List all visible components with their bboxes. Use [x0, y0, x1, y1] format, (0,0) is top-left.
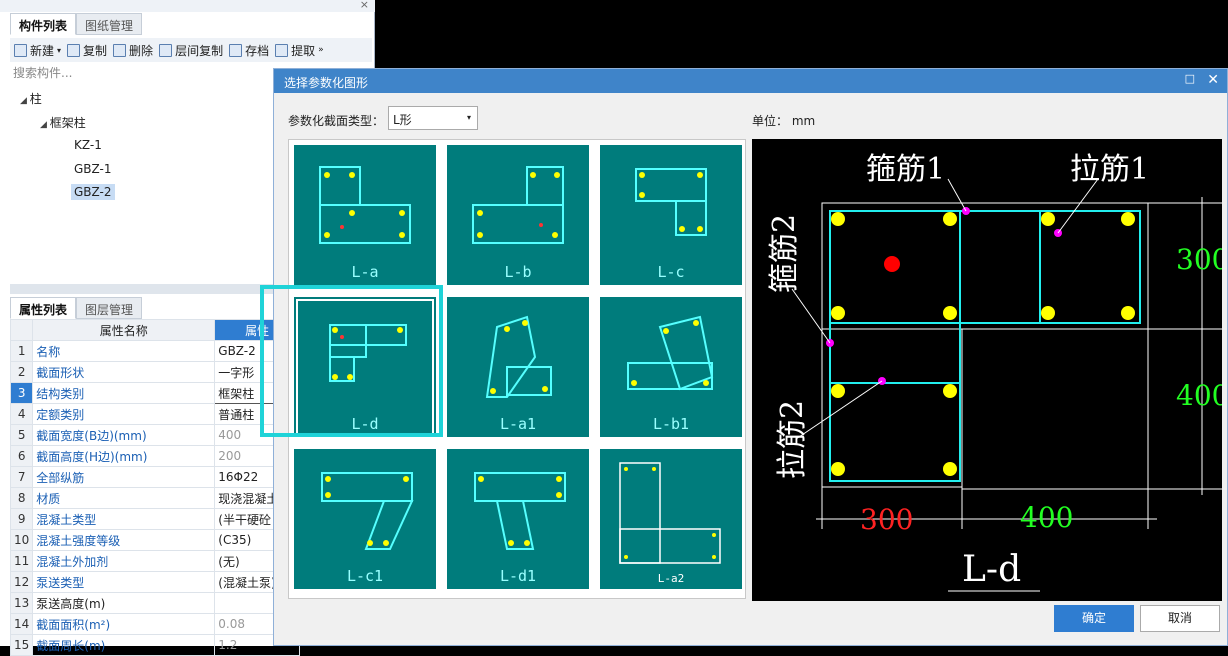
shape-label: L-c — [657, 263, 685, 281]
shape-thumb-l-b1[interactable]: L-b1 — [600, 297, 742, 437]
shape-thumb-l-c1[interactable]: L-c1 — [294, 449, 436, 589]
table-row[interactable]: 4 定额类别 普通柱 — [9, 403, 300, 425]
shape-thumb-l-d1[interactable]: L-d1 — [447, 449, 589, 589]
table-row[interactable]: 12 泵送类型 (混凝土泵) — [9, 571, 300, 593]
tab-drawing-management[interactable]: 图纸管理 — [76, 13, 143, 35]
shape-thumb-l-b[interactable]: L-b — [447, 145, 589, 285]
unit-value: mm — [791, 114, 816, 128]
shape-label: L-a — [351, 263, 379, 281]
top-tabs: 构件列表 图纸管理 — [10, 13, 143, 35]
tree-node-frame-column[interactable]: ◢ 框架柱 — [40, 114, 86, 131]
dim-right-top: 300 — [1176, 243, 1222, 276]
cancel-button[interactable]: 取消 — [1140, 605, 1220, 632]
table-row[interactable]: 9 混凝土类型 (半干硬砼 — [9, 508, 300, 530]
shape-label: L-b1 — [652, 415, 690, 433]
maximize-icon[interactable]: □ — [1185, 72, 1195, 85]
tab-component-list[interactable]: 构件列表 — [10, 13, 77, 35]
tree-item-kz1[interactable]: KZ-1 — [74, 138, 102, 152]
table-row[interactable]: 8 材质 现浇混凝土 — [9, 487, 300, 509]
section-type-value: L形 — [393, 113, 412, 127]
tree-item-gbz2[interactable]: GBZ-2 — [71, 184, 115, 200]
preview-shape-name: L-d — [962, 549, 1021, 590]
shape-thumb-l-a[interactable]: L-a — [294, 145, 436, 285]
panel-titlebar: × — [0, 0, 375, 12]
shape-label: L-c1 — [346, 567, 384, 585]
bottom-tabs: 属性列表 图层管理 — [10, 297, 143, 319]
tab-property-list[interactable]: 属性列表 — [10, 297, 77, 319]
table-row[interactable]: 3 结构类别 框架柱 — [9, 382, 300, 404]
table-row[interactable]: 14 截面面积(m²) 0.08 — [9, 613, 300, 635]
table-row[interactable]: 1 名称 GBZ-2 — [9, 340, 300, 362]
tree-item-gbz1[interactable]: GBZ-1 — [74, 162, 112, 176]
layer-copy-button[interactable]: 层间复制 — [159, 42, 223, 59]
tree-node-column[interactable]: ◢ 柱 — [20, 90, 42, 107]
shape-thumb-l-c[interactable]: L-c — [600, 145, 742, 285]
table-row[interactable]: 7 全部纵筋 16Φ22 — [9, 466, 300, 488]
extract-icon — [275, 43, 289, 57]
tie1-label: 拉筋1 — [1070, 152, 1149, 187]
table-row[interactable]: 15 截面周长(m) 1.2 — [9, 634, 300, 656]
tie2-label: 拉筋2 — [775, 400, 810, 479]
table-row[interactable]: 6 截面高度(H边)(mm) 200 — [9, 445, 300, 467]
unit-label: 单位： mm — [752, 114, 816, 128]
dim-bottom-left: 300 — [860, 503, 913, 536]
stirrup1-label: 箍筋1 — [866, 152, 945, 187]
table-row[interactable]: 5 截面宽度(B边)(mm) 400 — [9, 424, 300, 446]
property-table: 属性名称 属性 1 名称 GBZ-2 2 截面形状 一字形 3 结构类别 框架柱 4 定额类别… — [9, 319, 300, 656]
selected-shape-highlight — [260, 285, 443, 437]
header-index — [9, 319, 34, 341]
archive-button[interactable]: 存档 — [229, 42, 269, 59]
table-row[interactable]: 11 混凝土外加剂 (无) — [9, 550, 300, 572]
delete-icon — [113, 43, 127, 57]
new-button[interactable]: 新建 ▾ — [14, 42, 61, 59]
shape-label: L-a2 — [657, 572, 685, 585]
header-property-name: 属性名称 — [32, 319, 216, 341]
shape-label: L-d1 — [499, 567, 537, 585]
stirrup2-label: 箍筋2 — [767, 214, 802, 293]
copy-icon — [67, 43, 81, 57]
extract-button[interactable]: 提取» — [275, 42, 324, 59]
delete-button[interactable]: 删除 — [113, 42, 153, 59]
archive-icon — [229, 43, 243, 57]
dialog-title: 选择参数化图形 — [284, 76, 369, 90]
shape-label: L-b — [504, 263, 532, 281]
ok-button[interactable]: 确定 — [1054, 605, 1134, 632]
shape-l-a2-drawing — [619, 462, 721, 564]
dialog-titlebar: 选择参数化图形 □ ✕ — [274, 69, 1227, 93]
close-icon[interactable]: × — [360, 0, 369, 11]
section-type-select[interactable]: L形 ▾ — [388, 106, 478, 130]
rebar-points — [831, 212, 1135, 476]
copy-button[interactable]: 复制 — [67, 42, 107, 59]
shape-thumb-l-a2[interactable]: L-a2 — [600, 449, 742, 589]
component-toolbar: 新建 ▾ 复制 删除 层间复制 存档 提取» — [10, 38, 372, 62]
dim-right-bottom: 400 — [1176, 379, 1222, 412]
dim-bottom-right: 400 — [1020, 501, 1073, 534]
tab-layer-management[interactable]: 图层管理 — [76, 297, 143, 319]
layer-copy-icon — [159, 43, 173, 57]
preview-drawing: 箍筋1 拉筋1 箍筋2 拉筋2 300 400 300 400 L-d — [767, 152, 1228, 592]
section-type-label: 参数化截面类型： — [288, 114, 385, 128]
parametric-shape-dialog: 选择参数化图形 □ ✕ 参数化截面类型： L形 ▾ 单位： mm L-a L-b… — [260, 68, 1228, 646]
close-icon[interactable]: ✕ — [1207, 72, 1219, 88]
shape-preview: 箍筋1 拉筋1 箍筋2 拉筋2 300 400 300 400 L-d — [752, 139, 1228, 601]
shape-label: L-a1 — [499, 415, 537, 433]
table-header-row: 属性名称 属性 — [9, 319, 300, 341]
table-row[interactable]: 13 泵送高度(m) — [9, 592, 300, 614]
table-row[interactable]: 2 截面形状 一字形 — [9, 361, 300, 383]
shape-thumb-l-a1[interactable]: L-a1 — [447, 297, 589, 437]
table-row[interactable]: 10 混凝土强度等级 (C35) — [9, 529, 300, 551]
new-icon — [14, 43, 27, 57]
chevron-down-icon: ▾ — [466, 113, 471, 122]
